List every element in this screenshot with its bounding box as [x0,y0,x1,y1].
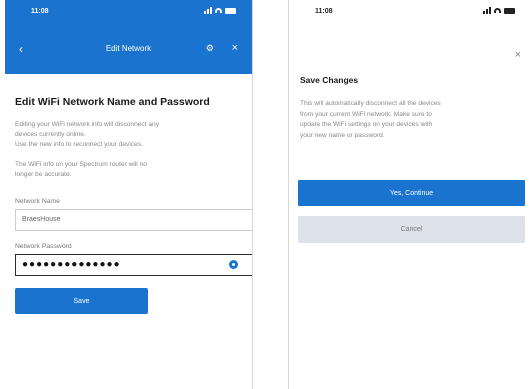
dialog-line: your new name or password. [300,131,385,139]
save-changes-dialog-screen: 11:08 × Save Changes This will automatic… [288,0,530,389]
show-password-icon[interactable] [229,260,238,269]
network-name-value: BraesHouse [22,216,61,223]
info-line: Use the new info to reconnect your devic… [15,141,143,148]
network-name-label: Network Name [15,198,60,205]
signal-icon [204,7,212,14]
cancel-button[interactable]: Cancel [298,216,525,243]
close-icon[interactable]: × [515,49,521,61]
password-value: ●●●●●●●●●●●●●● [22,259,121,270]
status-icons [204,7,236,14]
status-icons [483,7,515,14]
continue-button[interactable]: Yes, Continue [298,180,525,206]
nav-bar: ‹ Edit Network ⚙ × [5,40,252,60]
edit-network-screen: 11:08 ‹ Edit Network ⚙ × Edit WiFi Netwo… [5,0,253,389]
battery-icon [504,7,515,14]
network-password-label: Network Password [15,243,72,250]
dialog-body: This will automatically disconnect all t… [300,99,525,141]
wifi-settings-icon[interactable]: ⚙ [206,43,214,54]
info-paragraph-1: Editing your WiFi network info will disc… [15,120,242,150]
dialog-title: Save Changes [300,75,359,85]
dialog-line: update the WiFi settings on your devices… [300,121,433,128]
network-name-input[interactable]: BraesHouse [15,209,252,231]
status-time: 11:08 [31,8,49,15]
close-icon[interactable]: × [232,42,238,54]
header-title: Edit Network [105,44,152,53]
form-content: Edit WiFi Network Name and Password Edit… [5,96,252,314]
info-paragraph-2: The WiFi info on your Spectrum router wi… [15,160,242,180]
network-password-input[interactable]: ●●●●●●●●●●●●●● [15,254,252,276]
app-header: 11:08 ‹ Edit Network ⚙ × [5,0,252,74]
info-line: The WiFi info on your Spectrum router wi… [15,161,147,168]
info-line: longer be accurate. [15,171,72,178]
info-line: devices currently online. [15,131,86,138]
battery-icon [225,7,236,14]
status-bar: 11:08 [5,0,252,18]
dialog-line: from your current WiFi network. Make sur… [300,110,432,118]
status-time: 11:08 [315,8,333,15]
page-title: Edit WiFi Network Name and Password [15,96,210,108]
signal-icon [483,7,491,14]
wifi-icon [215,8,222,13]
wifi-icon [494,8,501,13]
info-line: Editing your WiFi network info will disc… [15,121,160,128]
dialog-line: This will automatically disconnect all t… [300,100,441,107]
save-button[interactable]: Save [15,288,148,314]
status-bar: 11:08 [289,0,530,18]
